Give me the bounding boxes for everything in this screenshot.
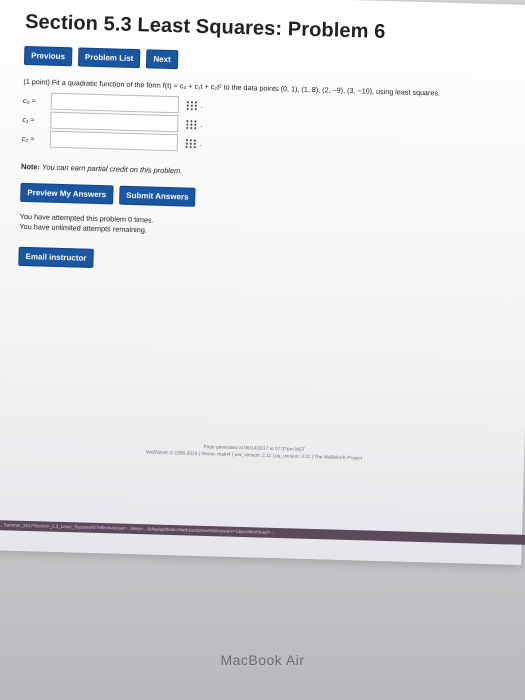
email-area: Email instructor xyxy=(18,246,498,277)
page-title: Section 5.3 Least Squares: Problem 6 xyxy=(24,10,386,43)
problem-body: (1 point) Fit a quadratic function of th… xyxy=(22,77,504,161)
equation-editor-icon[interactable] xyxy=(184,138,197,149)
partial-credit-note: Note: You can earn partial credit on thi… xyxy=(21,162,501,184)
answer-label: c₁ = xyxy=(22,114,35,124)
note-text: You can earn partial credit on this prob… xyxy=(39,162,183,176)
answer-input-c1[interactable] xyxy=(50,111,179,133)
attempts-info: You have attempted this problem 0 times.… xyxy=(19,212,499,245)
answer-suffix: . xyxy=(199,138,203,148)
answer-input-c2[interactable] xyxy=(49,130,179,152)
answer-suffix: . xyxy=(200,119,203,129)
answer-label: c₀ = xyxy=(22,95,36,105)
answer-suffix: . xyxy=(200,100,204,110)
equation-editor-icon[interactable] xyxy=(185,119,198,130)
answer-actions: Preview My Answers Submit Answers xyxy=(20,182,500,215)
answer-input-c0[interactable] xyxy=(50,92,180,114)
equation-editor-icon[interactable] xyxy=(185,100,198,111)
browser-screen: Section 5.3 Least Squares: Problem 6 Pre… xyxy=(0,0,525,565)
device-brand-label: MacBook Air xyxy=(220,652,305,668)
webwork-content: Section 5.3 Least Squares: Problem 6 Pre… xyxy=(18,11,505,277)
problem-nav: Previous Problem List Next xyxy=(23,45,504,78)
submit-answers-button[interactable]: Submit Answers xyxy=(118,185,196,207)
page-footer: Page generated at 06/14/2017 at 07:37pm … xyxy=(79,441,429,465)
answer-label: c₂ = xyxy=(21,133,35,143)
previous-button[interactable]: Previous xyxy=(23,45,73,67)
email-instructor-button[interactable]: Email instructor xyxy=(18,246,94,268)
next-button[interactable]: Next xyxy=(146,49,178,70)
problem-list-button[interactable]: Problem List xyxy=(77,47,141,69)
note-prefix: Note: xyxy=(20,161,41,172)
preview-answers-button[interactable]: Preview My Answers xyxy=(20,182,114,205)
